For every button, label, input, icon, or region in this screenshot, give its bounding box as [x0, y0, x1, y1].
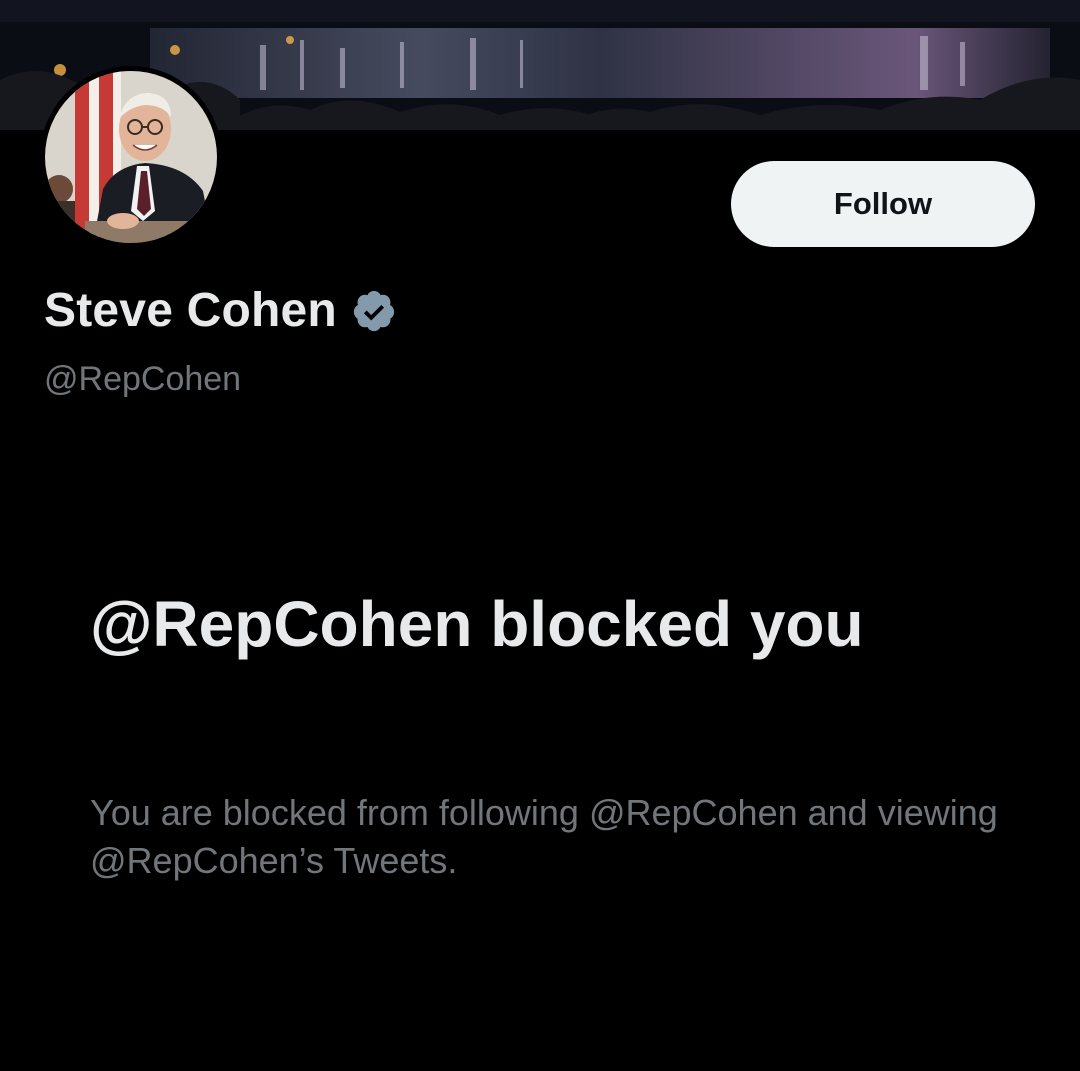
follow-button[interactable]: Follow: [731, 161, 1035, 247]
profile-name-row: Steve Cohen: [44, 283, 397, 338]
verified-badge-icon: [353, 290, 395, 331]
display-name: Steve Cohen: [44, 284, 337, 337]
profile-handle: @RepCohen: [44, 360, 242, 398]
blocked-title: @RepCohen blocked you: [90, 588, 864, 660]
avatar[interactable]: [40, 66, 222, 248]
blocked-description: You are blocked from following @RepCohen…: [90, 792, 998, 881]
profile-photo: [45, 71, 217, 243]
